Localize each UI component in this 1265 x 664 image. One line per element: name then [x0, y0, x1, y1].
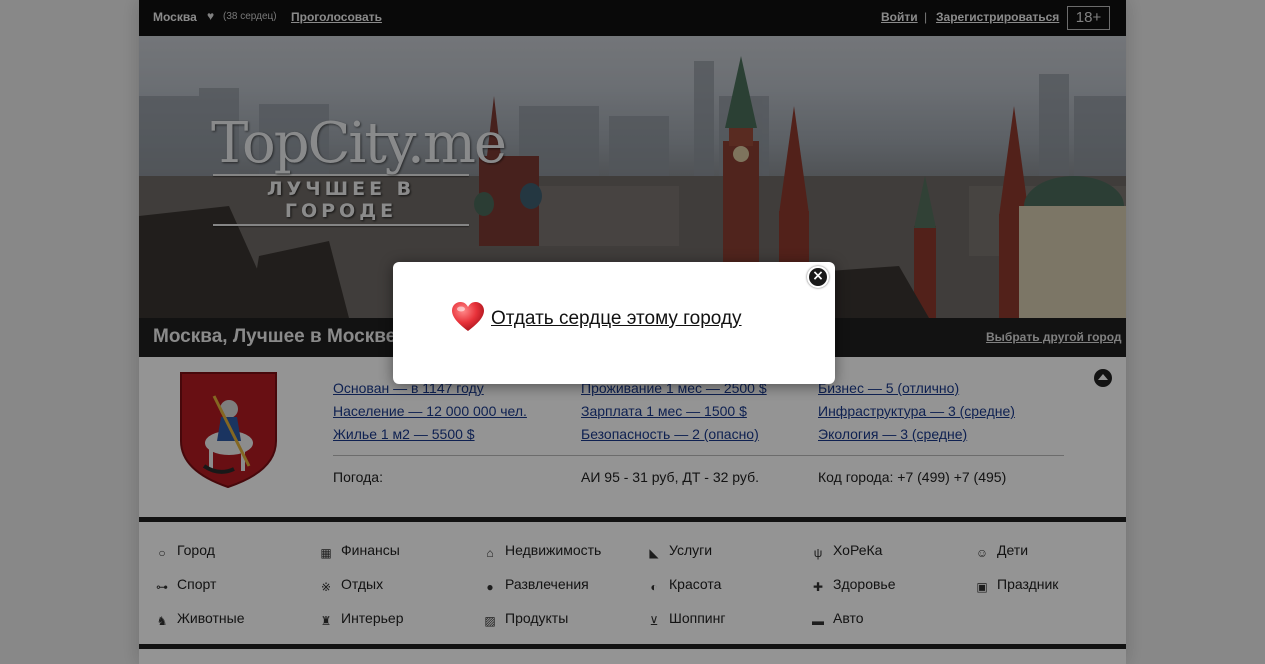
give-heart-modal: Отдать сердце этому городу ×	[393, 262, 835, 384]
close-icon[interactable]: ×	[807, 266, 829, 288]
give-heart-link[interactable]: Отдать сердце этому городу	[491, 308, 742, 330]
heart-icon	[452, 302, 484, 331]
